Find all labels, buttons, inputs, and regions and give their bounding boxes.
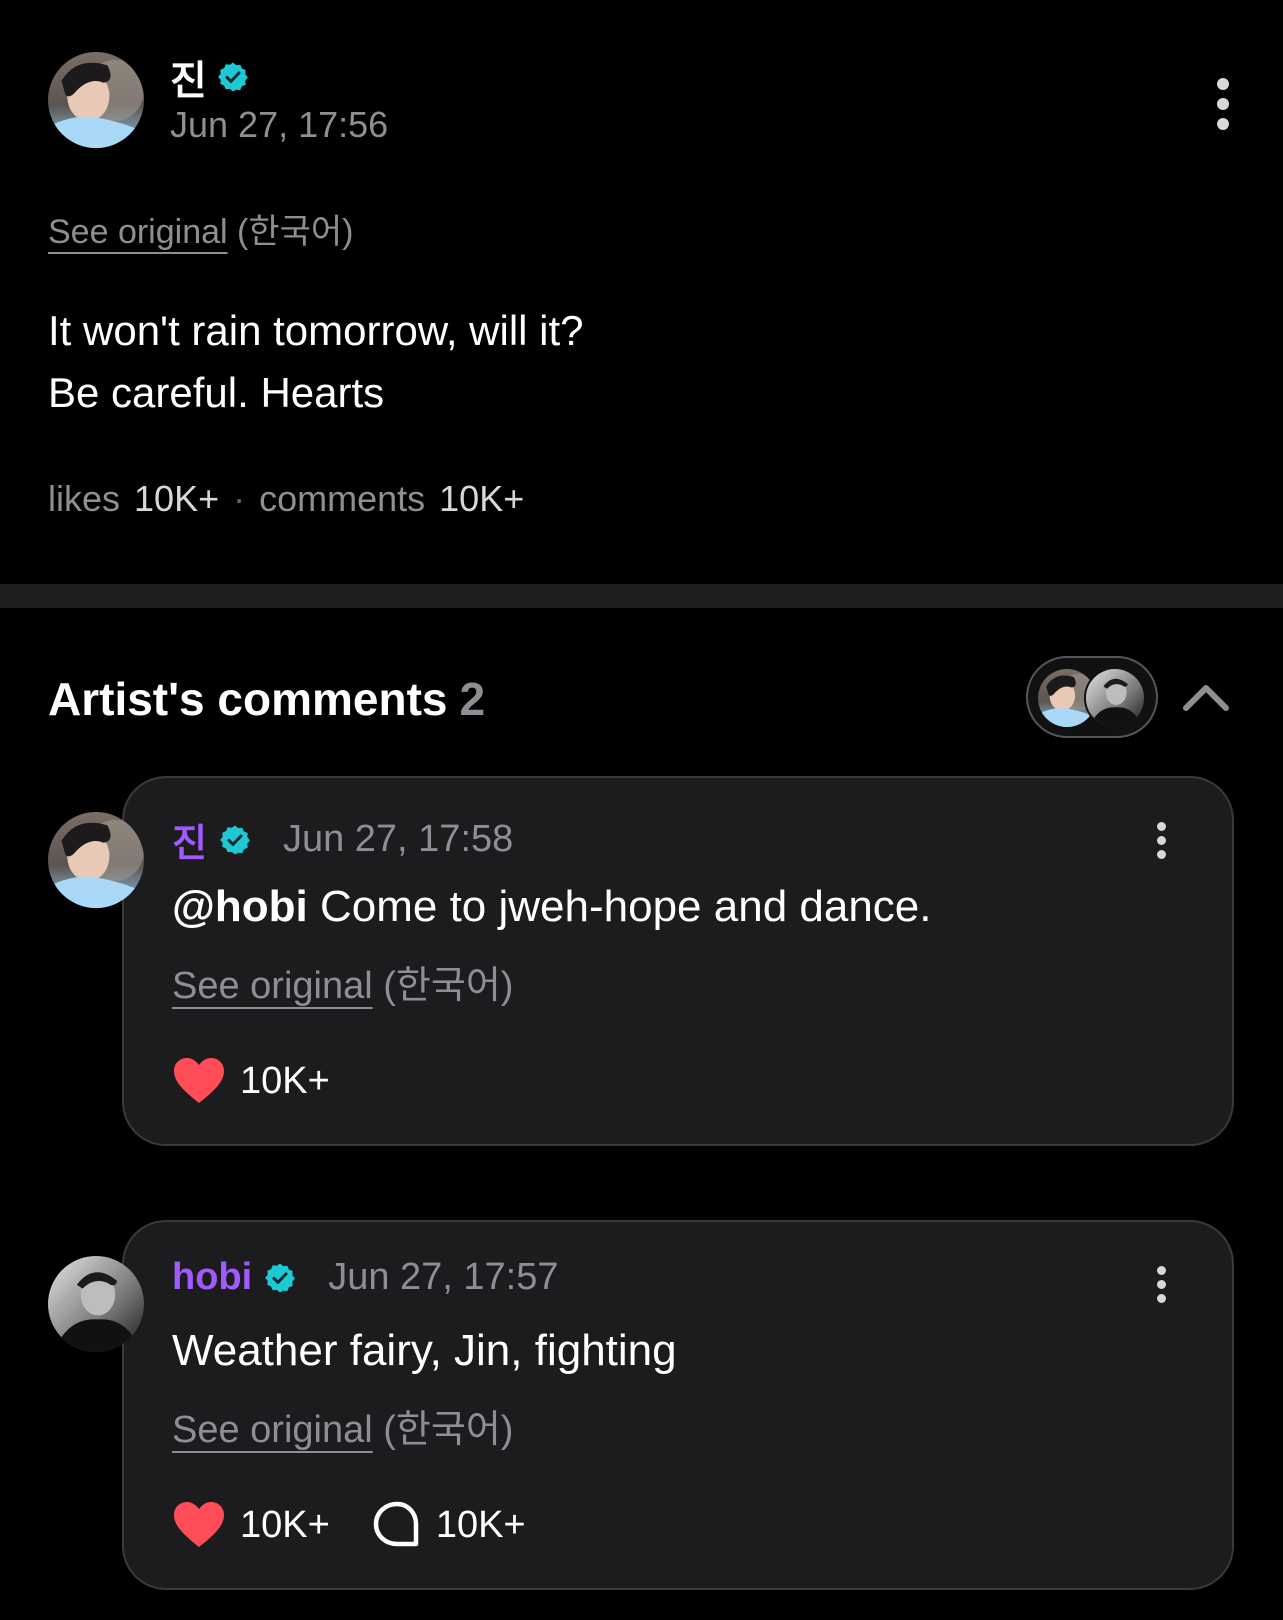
see-original-link[interactable]: See original	[172, 1409, 373, 1451]
artist-mini-avatar	[1084, 667, 1146, 729]
artist-comment-card: 진 Jun 27, 17:58 @hobi Come to jweh-hope …	[122, 776, 1234, 1146]
see-original-link[interactable]: See original	[48, 213, 228, 251]
heart-icon[interactable]	[172, 1056, 226, 1106]
comment-bubble-icon[interactable]	[372, 1500, 422, 1550]
comments-count[interactable]: 10K+	[439, 478, 524, 520]
chevron-up-icon[interactable]	[1180, 676, 1232, 716]
original-language: (한국어)	[383, 1409, 514, 1451]
post-author-avatar[interactable]	[48, 52, 144, 148]
comment-text: @hobi Come to jweh-hope and dance.	[172, 882, 932, 932]
post-body-line: It won't rain tomorrow, will it?	[48, 307, 584, 354]
comment-author-name[interactable]: hobi	[172, 1256, 252, 1299]
more-vertical-icon[interactable]	[1154, 1266, 1168, 1306]
avatar-image	[48, 1256, 144, 1352]
comments-label[interactable]: comments	[259, 478, 425, 520]
verified-badge-icon	[264, 1262, 296, 1294]
section-divider	[0, 584, 1283, 608]
mention-link[interactable]: @hobi	[172, 882, 308, 931]
more-vertical-icon[interactable]	[1210, 78, 1236, 138]
artist-comment-card: hobi Jun 27, 17:57 Weather fairy, Jin, f…	[122, 1220, 1234, 1590]
comment-author-name[interactable]: 진	[172, 812, 207, 867]
comment-author-avatar[interactable]	[48, 812, 144, 908]
comment-author-avatar[interactable]	[48, 1256, 144, 1352]
see-original-row: See original (한국어)	[172, 1398, 513, 1453]
post-author-name[interactable]: 진	[170, 48, 207, 106]
more-vertical-icon[interactable]	[1154, 822, 1168, 862]
avatar-image	[48, 812, 144, 908]
post-body: It won't rain tomorrow, will it? Be care…	[48, 300, 584, 424]
see-original-row: See original (한국어)	[172, 954, 513, 1009]
see-original-link[interactable]: See original	[172, 965, 373, 1007]
like-count: 10K+	[240, 1059, 330, 1102]
original-language: (한국어)	[383, 965, 514, 1007]
post-author: 진	[170, 48, 249, 106]
like-count: 10K+	[240, 1503, 330, 1546]
post-stats: likes 10K+ · comments 10K+	[48, 478, 524, 520]
likes-label: likes	[48, 478, 121, 519]
verified-badge-icon	[217, 61, 249, 93]
comment-body: Come to jweh-hope and dance.	[307, 882, 932, 931]
likes-count: 10K+	[134, 478, 220, 519]
post-body-line: Be careful. Hearts	[48, 369, 385, 416]
artist-comments-label: Artist's comments	[48, 673, 448, 725]
comment-actions: 10K+	[172, 1056, 330, 1106]
heart-icon[interactable]	[172, 1500, 226, 1550]
post-date: Jun 27, 17:56	[170, 104, 389, 145]
avatar-image	[48, 52, 144, 148]
stats-separator: ·	[233, 478, 246, 519]
comment-actions: 10K+ 10K+	[172, 1500, 526, 1550]
artist-comments-count: 2	[459, 673, 486, 725]
comment-date: Jun 27, 17:57	[328, 1256, 559, 1298]
comment-header: 진 Jun 27, 17:58	[172, 812, 513, 867]
verified-badge-icon	[219, 824, 251, 856]
artist-avatars-toggle[interactable]	[1026, 656, 1158, 738]
comment-text: Weather fairy, Jin, fighting	[172, 1326, 677, 1375]
comment-date: Jun 27, 17:58	[282, 818, 514, 860]
see-original-row: See original (한국어)	[48, 204, 354, 253]
original-language: (한국어)	[237, 213, 354, 251]
reply-count: 10K+	[435, 1503, 526, 1546]
artist-comments-title: Artist's comments 2	[48, 672, 485, 726]
comment-header: hobi Jun 27, 17:57	[172, 1256, 559, 1299]
